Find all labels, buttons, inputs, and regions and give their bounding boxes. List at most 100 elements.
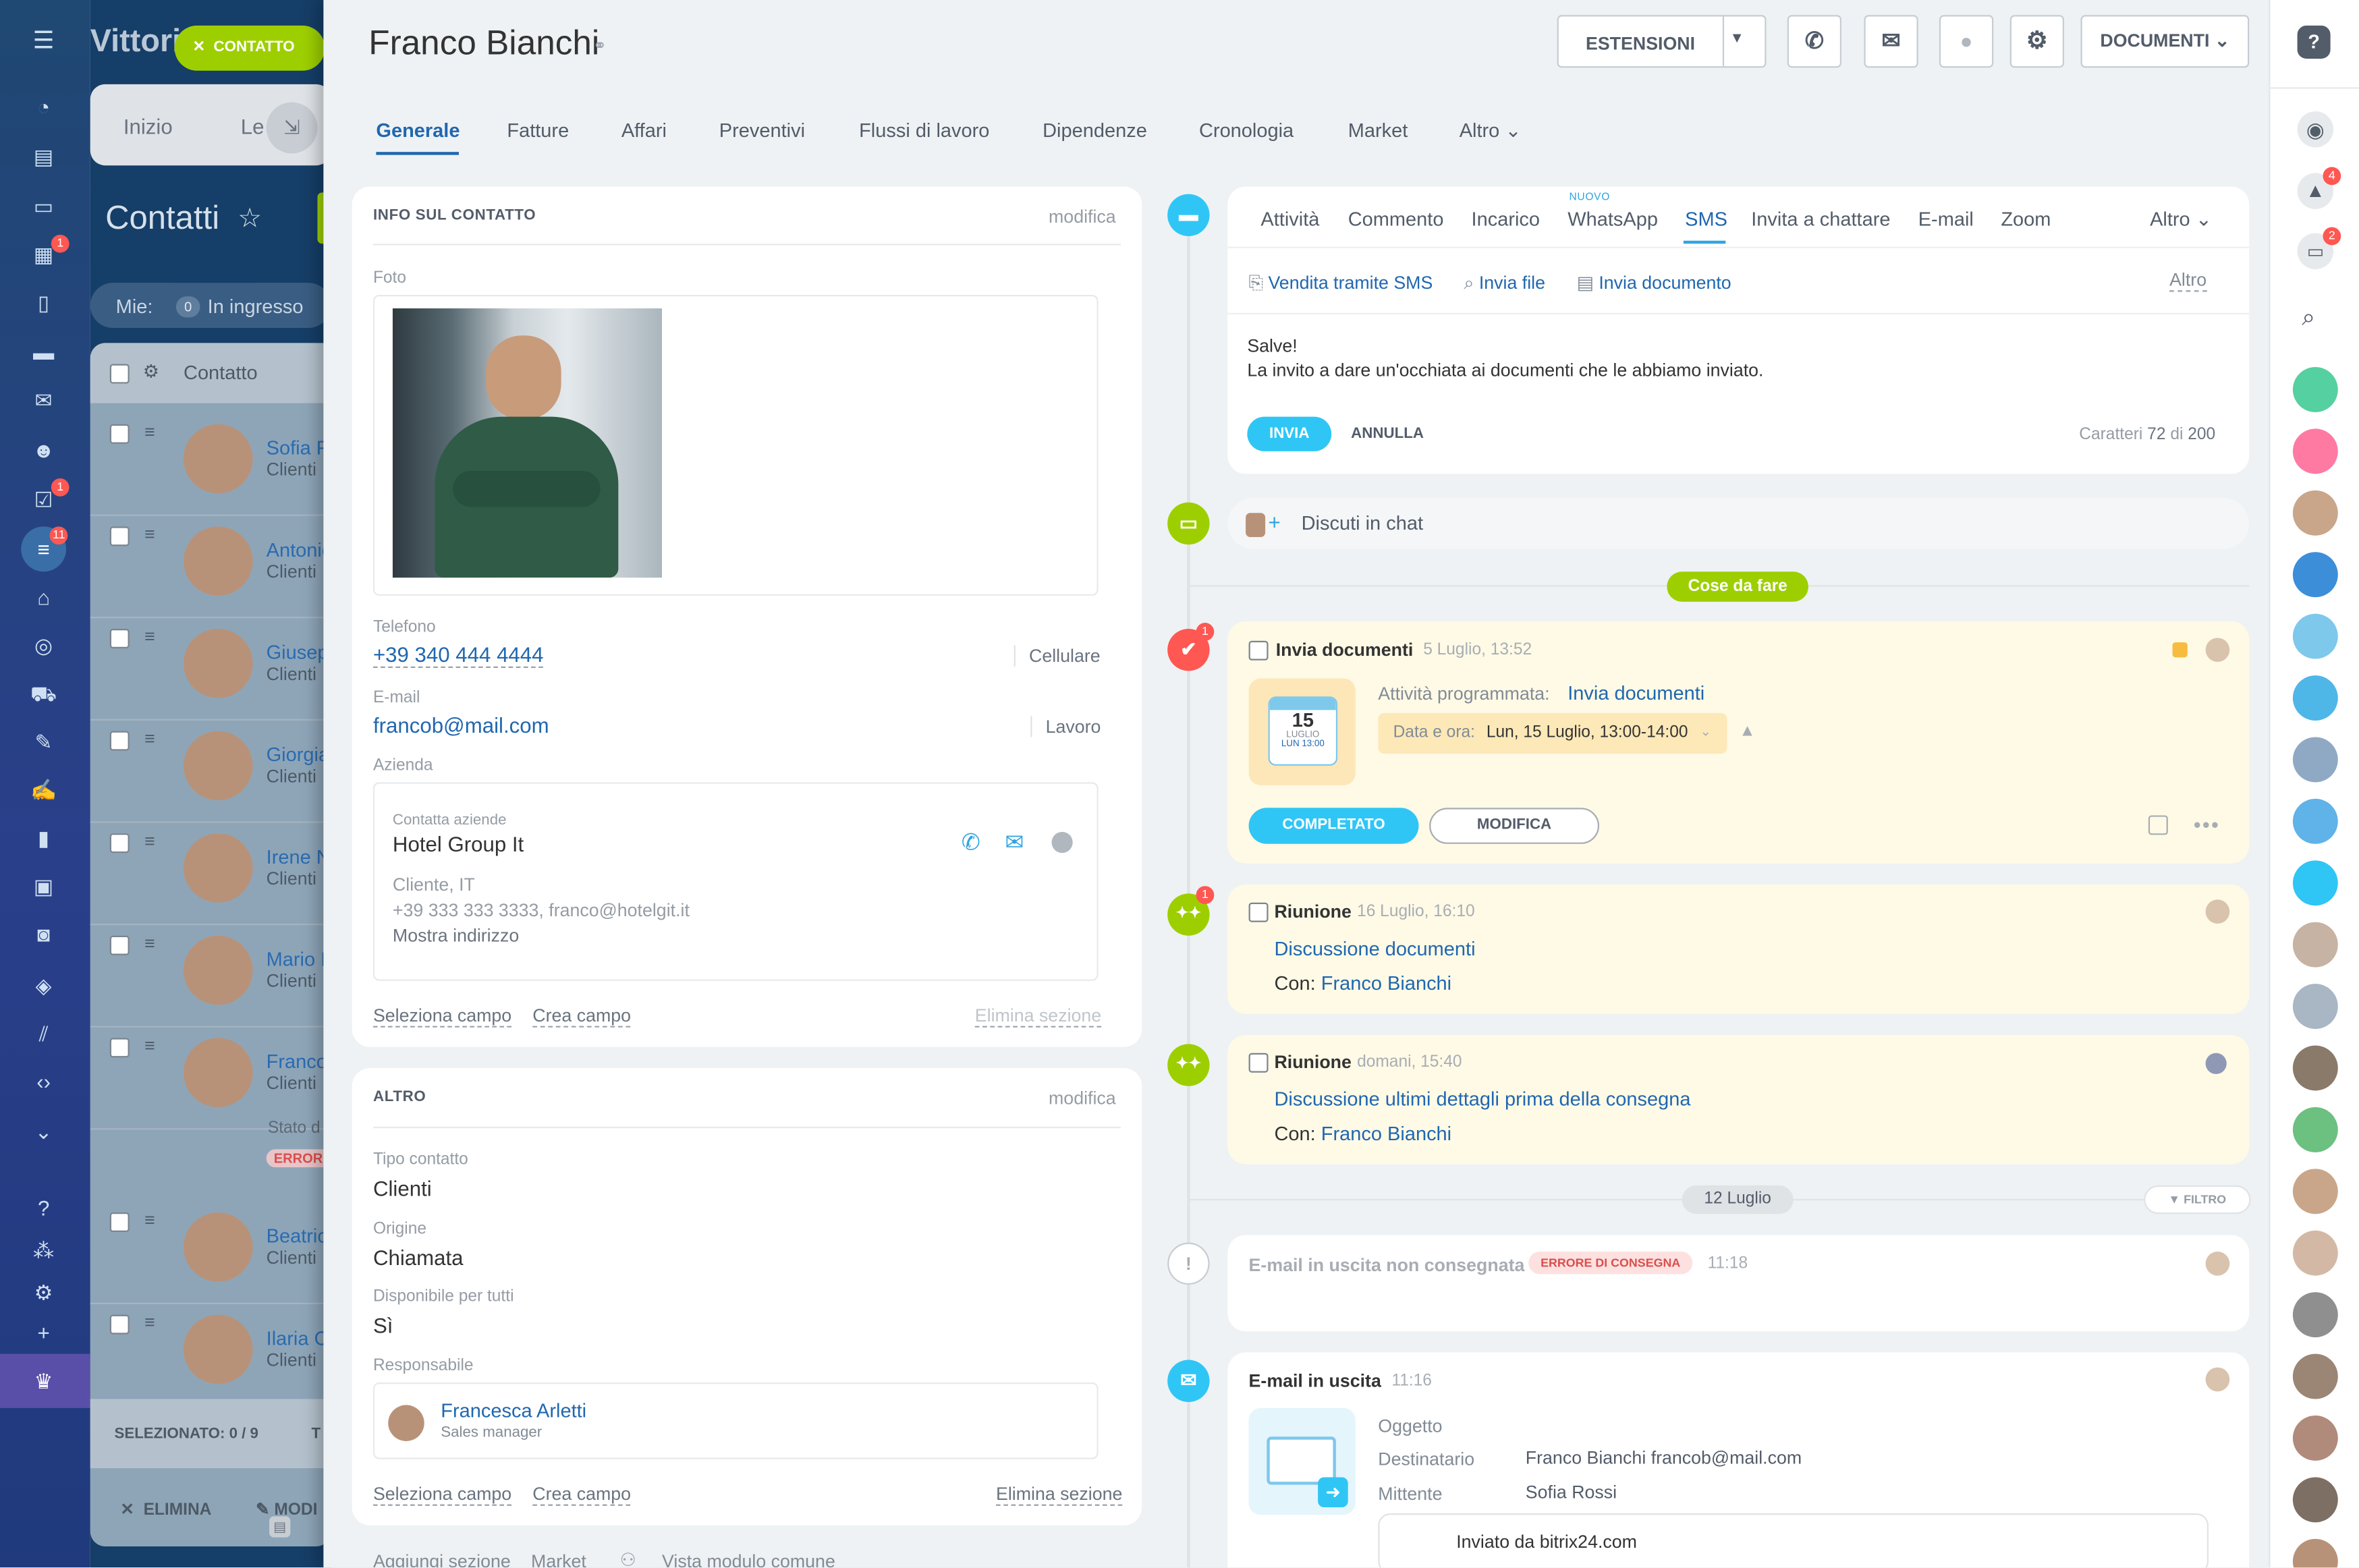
tab-6[interactable]: Cronologia — [1199, 119, 1294, 141]
row-avatar[interactable] — [184, 1212, 253, 1282]
print-icon[interactable]: ▤ — [269, 1516, 291, 1538]
meeting1-avatar[interactable] — [2205, 899, 2230, 924]
chat-icon[interactable]: ▭ — [30, 192, 57, 219]
board-app-icon[interactable] — [2292, 798, 2338, 844]
other-create-field[interactable]: Crea campo — [532, 1483, 632, 1506]
more-icon[interactable]: ⌄ — [30, 1118, 57, 1145]
row-checkbox[interactable] — [109, 526, 130, 547]
owner-name[interactable]: Francesca Arletti — [441, 1399, 586, 1422]
modify-button[interactable]: MODIFICA — [1429, 808, 1600, 844]
meeting2-link[interactable]: Discussione ultimi dettagli prima della … — [1274, 1088, 1690, 1110]
company-phone-icon[interactable]: ✆ — [962, 829, 980, 856]
row-checkbox[interactable] — [109, 731, 130, 751]
row-menu-icon[interactable]: ≡ — [144, 1035, 155, 1056]
meeting2-with-name[interactable]: Franco Bianchi — [1321, 1122, 1451, 1144]
chevron-down-icon[interactable]: ▾ — [1733, 30, 1740, 47]
crown-icon[interactable]: ♛ — [30, 1368, 57, 1395]
activity-checkbox[interactable] — [1248, 640, 1269, 661]
analytics-icon[interactable]: ▮ — [30, 824, 57, 851]
help-icon[interactable]: ? — [30, 1194, 57, 1221]
row-name[interactable]: Giorgia — [267, 743, 329, 765]
menu-icon[interactable]: ☰ — [30, 28, 57, 55]
other-delete-section[interactable]: Elimina sezione — [995, 1483, 1123, 1506]
row-checkbox[interactable] — [109, 833, 130, 853]
tab-2[interactable]: Affari — [621, 119, 667, 141]
tab-0[interactable]: Generale — [376, 119, 460, 141]
extensions-button[interactable]: ESTENSIONI ▾ — [1557, 15, 1767, 68]
plus-icon[interactable]: + — [1269, 510, 1281, 534]
row-checkbox[interactable] — [109, 1314, 130, 1335]
email-title[interactable]: E-mail in uscita — [1249, 1370, 1381, 1391]
note-icon[interactable] — [2148, 815, 2168, 835]
company-name[interactable]: Hotel Group It — [393, 832, 524, 856]
info-delete-section[interactable]: Elimina sezione — [974, 1005, 1102, 1028]
company-icon[interactable]: ⌂ — [30, 584, 57, 611]
mail-button[interactable]: ✉ — [1864, 15, 1918, 68]
meeting2-title[interactable]: Riunione — [1274, 1051, 1351, 1072]
company-address-link[interactable]: Mostra indirizzo — [393, 925, 519, 946]
add-section-link[interactable]: Aggiungi sezione — [373, 1551, 511, 1568]
contact-avatar[interactable] — [2292, 1292, 2338, 1338]
robot-icon[interactable]: ◙ — [30, 921, 57, 948]
bell-icon[interactable]: ▲ — [1739, 722, 1755, 740]
feedback-app-icon[interactable] — [2292, 552, 2338, 598]
phone-value[interactable]: +39 340 444 4444 — [372, 642, 544, 668]
row-avatar[interactable] — [184, 935, 253, 1005]
sign-icon[interactable]: ✍ — [30, 776, 57, 803]
settings-gear-icon[interactable]: ⚙ — [143, 361, 159, 382]
company-chat-icon[interactable] — [1051, 831, 1073, 853]
contact-avatar[interactable] — [2292, 922, 2338, 968]
row-menu-icon[interactable]: ≡ — [144, 932, 155, 953]
row-avatar[interactable] — [184, 526, 253, 596]
owner-avatar[interactable] — [388, 1405, 424, 1441]
meeting2-avatar[interactable] — [2205, 1053, 2227, 1074]
meeting2-checkbox[interactable] — [1248, 1053, 1269, 1073]
tab-7[interactable]: Market — [1348, 119, 1408, 141]
row-avatar[interactable] — [184, 628, 253, 698]
cancel-button[interactable]: ANNULLA — [1351, 426, 1424, 443]
meeting1-title[interactable]: Riunione — [1274, 901, 1351, 922]
link-icon[interactable]: ⚭ — [592, 36, 607, 56]
developer-icon[interactable]: ‹› — [30, 1068, 57, 1095]
sms-sale-link[interactable]: ⎘ Vendita tramite SMS — [1249, 273, 1433, 295]
row-menu-icon[interactable]: ≡ — [144, 626, 155, 647]
complete-button[interactable]: COMPLETATO — [1248, 808, 1419, 844]
contact-avatar[interactable] — [2292, 1045, 2338, 1091]
add-icon[interactable]: + — [30, 1319, 57, 1346]
contact-avatar[interactable] — [2292, 1353, 2338, 1399]
tab-1[interactable]: Fatture — [507, 119, 569, 141]
contact-center-icon[interactable]: ▣ — [30, 872, 57, 899]
other-edit-link[interactable]: modifica — [1049, 1088, 1116, 1109]
delete-action[interactable]: ✕ ELIMINA — [120, 1500, 211, 1519]
row-menu-icon[interactable]: ≡ — [144, 1210, 155, 1231]
row-menu-icon[interactable]: ≡ — [144, 728, 155, 749]
collapse-icon[interactable]: ⇲ — [266, 102, 318, 154]
row-name[interactable]: Mario I — [267, 948, 327, 970]
composer-tab-7[interactable]: Zoom — [2001, 208, 2051, 230]
composer-tab-2[interactable]: Incarico — [1472, 208, 1541, 230]
send-doc-link[interactable]: ▤ Invia documento — [1577, 273, 1731, 293]
box-icon[interactable]: ◈ — [30, 972, 57, 999]
cloud-app-icon[interactable] — [2292, 613, 2338, 659]
chat-label[interactable]: Discuti in chat — [1302, 511, 1423, 534]
composer-tab-3[interactable]: WhatsApp — [1567, 208, 1658, 230]
tab-3[interactable]: Preventivi — [719, 119, 805, 141]
contact-avatar[interactable] — [2292, 984, 2338, 1030]
close-contact-button[interactable]: ✕ CONTATTO — [174, 25, 325, 71]
cart-icon[interactable]: ⛟ — [30, 680, 57, 707]
chat-button[interactable]: ● — [1939, 15, 1994, 68]
filter-incoming[interactable]: In ingresso — [208, 295, 304, 317]
documents-icon[interactable]: ▯ — [30, 289, 57, 316]
contact-avatar[interactable] — [2292, 1230, 2338, 1276]
row-menu-icon[interactable]: ≡ — [144, 1312, 155, 1333]
tab-5[interactable]: Dipendenze — [1043, 119, 1147, 141]
sub-more-link[interactable]: Altro — [2169, 269, 2207, 292]
meeting1-link[interactable]: Discussione documenti — [1274, 937, 1475, 959]
row-checkbox[interactable] — [109, 1038, 130, 1058]
info-edit-link[interactable]: modifica — [1049, 206, 1116, 227]
row-name[interactable]: Giusep — [267, 641, 329, 663]
settings-icon[interactable]: ⚙ — [30, 1279, 57, 1306]
contact-avatar[interactable] — [2292, 490, 2338, 536]
composer-more[interactable]: Altro ⌄ — [2150, 208, 2212, 232]
row-name[interactable]: Antonio — [267, 538, 333, 561]
